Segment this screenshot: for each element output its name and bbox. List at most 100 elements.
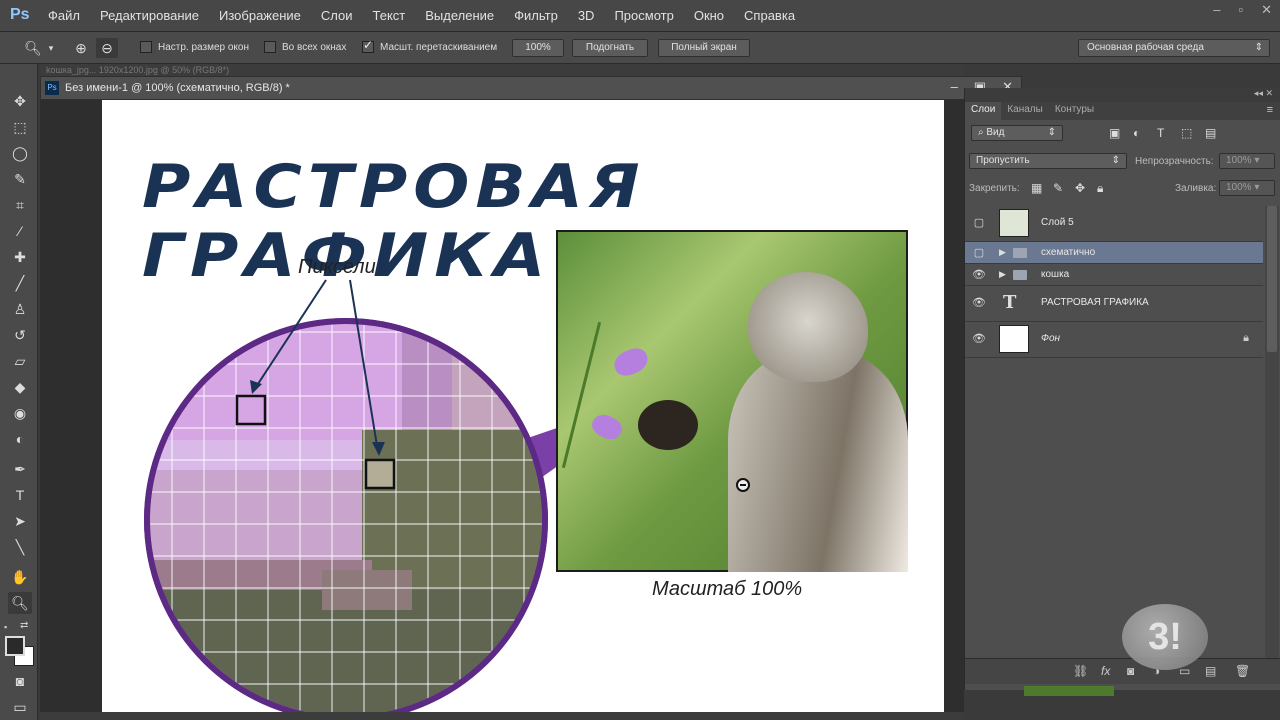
menu-image[interactable]: Изображение: [219, 8, 301, 23]
lock-transparency-icon[interactable]: ▦: [1031, 181, 1042, 195]
workspace-select[interactable]: Основная рабочая среда ⇕: [1078, 39, 1270, 57]
eye-icon[interactable]: 👁︎: [971, 268, 987, 282]
layer-filter-row: ⌕ Вид ⇕ ▣ ◐ T ⬚ ▤: [965, 122, 1280, 148]
paint-bucket-tool-icon[interactable]: ◆: [8, 376, 32, 398]
maximize-icon[interactable]: ▫: [1238, 2, 1243, 18]
quick-mask-icon[interactable]: ◙: [8, 670, 32, 692]
link-layers-icon[interactable]: ⛓: [1073, 664, 1088, 678]
chevron-down-icon[interactable]: ▾: [44, 38, 58, 58]
layer-row[interactable]: ▢ ▶ схематично: [965, 242, 1263, 264]
document-titlebar[interactable]: Ps Без имени-1 @ 100% (схематично, RGB/8…: [40, 76, 1022, 100]
adjustment-filter-icon[interactable]: ◐: [1133, 126, 1140, 140]
path-select-tool-icon[interactable]: ➤: [8, 510, 32, 532]
close-icon[interactable]: ✕: [1261, 2, 1272, 18]
brush-tool-icon[interactable]: ╱: [8, 272, 32, 294]
swap-colors-icon[interactable]: ⇄: [20, 620, 28, 631]
healing-brush-tool-icon[interactable]: ✚: [8, 246, 32, 268]
eraser-tool-icon[interactable]: ▱: [8, 350, 32, 372]
checkbox-box[interactable]: [140, 41, 152, 53]
lock-position-icon[interactable]: ✥: [1075, 181, 1085, 195]
zoom-out-cursor-icon: [736, 478, 750, 492]
image-filter-icon[interactable]: ▣: [1109, 126, 1120, 140]
default-colors-icon[interactable]: ▪: [4, 622, 14, 632]
scrollbar-thumb[interactable]: [1267, 206, 1277, 352]
panel-collapse-bar[interactable]: ◂◂ ✕: [965, 88, 1280, 102]
scrubby-zoom-checkbox[interactable]: Масшт. перетаскиванием: [362, 38, 497, 53]
checkbox-box[interactable]: [362, 38, 374, 53]
opacity-input[interactable]: 100% ▾: [1219, 153, 1275, 169]
type-filter-icon[interactable]: T: [1157, 126, 1164, 140]
kitten-body: [728, 352, 908, 572]
window-controls: – ▫ ✕: [1213, 2, 1272, 18]
menu-select[interactable]: Выделение: [425, 8, 494, 23]
expand-triangle-icon[interactable]: ▶: [999, 247, 1006, 258]
clone-stamp-tool-icon[interactable]: ♙: [8, 298, 32, 320]
add-mask-icon[interactable]: ◙: [1127, 664, 1134, 678]
menu-type[interactable]: Текст: [373, 8, 406, 23]
eye-icon[interactable]: 👁︎: [971, 296, 987, 310]
menu-3d[interactable]: 3D: [578, 8, 595, 23]
layer-filter-select[interactable]: ⌕ Вид ⇕: [971, 125, 1063, 141]
menu-window[interactable]: Окно: [694, 8, 724, 23]
type-tool-icon[interactable]: T: [8, 484, 32, 506]
type-layer-icon: T: [1003, 292, 1017, 313]
smart-object-filter-icon[interactable]: ▤: [1205, 126, 1216, 140]
fit-screen-button[interactable]: Подогнать: [572, 39, 648, 57]
actual-pixels-button[interactable]: 100%: [512, 39, 564, 57]
lock-all-icon[interactable]: 🔒︎: [1097, 181, 1103, 196]
visibility-off-icon[interactable]: ▢: [971, 246, 987, 260]
background-document-title: koшка_jpg... 1920x1200.jpg @ 50% (RGB/8*…: [46, 65, 230, 75]
marquee-tool-icon[interactable]: ⬚: [8, 116, 32, 138]
layers-scrollbar[interactable]: [1265, 206, 1279, 662]
visibility-off-icon[interactable]: ▢: [971, 216, 987, 230]
hand-tool-icon[interactable]: ✋: [8, 566, 32, 588]
foreground-color-swatch[interactable]: [5, 636, 25, 656]
resize-windows-checkbox[interactable]: Настр. размер окон: [140, 41, 249, 53]
blur-tool-icon[interactable]: ◉: [8, 402, 32, 424]
pen-tool-icon[interactable]: ✒: [8, 458, 32, 480]
fill-screen-button[interactable]: Полный экран: [658, 39, 750, 57]
tab-layers[interactable]: Слои: [965, 102, 1002, 120]
history-brush-tool-icon[interactable]: ↺: [8, 324, 32, 346]
trash-icon[interactable]: 🗑︎: [1235, 664, 1250, 678]
layer-row[interactable]: 👁︎ ▶ кошка: [965, 264, 1263, 286]
move-tool-icon[interactable]: ✥: [8, 90, 32, 112]
minimize-icon[interactable]: –: [951, 79, 958, 95]
expand-triangle-icon[interactable]: ▶: [999, 269, 1006, 280]
shape-filter-icon[interactable]: ⬚: [1181, 126, 1192, 140]
quick-select-tool-icon[interactable]: ✎: [8, 168, 32, 190]
menu-view[interactable]: Просмотр: [614, 8, 673, 23]
menu-layers[interactable]: Слои: [321, 8, 353, 23]
layer-row[interactable]: ▢ Слой 5: [965, 206, 1263, 242]
new-layer-icon[interactable]: ▤: [1205, 664, 1216, 678]
menu-edit[interactable]: Редактирование: [100, 8, 199, 23]
dodge-tool-icon[interactable]: ◐: [8, 428, 32, 450]
fill-input[interactable]: 100% ▾: [1219, 180, 1275, 196]
menu-help[interactable]: Справка: [744, 8, 795, 23]
layer-row[interactable]: 👁︎ Фон 🔒︎: [965, 322, 1263, 358]
tab-paths[interactable]: Контуры: [1049, 102, 1100, 120]
menu-file[interactable]: Файл: [48, 8, 80, 23]
document-canvas[interactable]: РАСТРОВАЯ ГРАФИКА Пиксели Масштаб 100%: [102, 100, 944, 720]
lock-pixels-icon[interactable]: ✎: [1053, 181, 1063, 195]
eyedropper-tool-icon[interactable]: ⁄: [8, 220, 32, 242]
tab-channels[interactable]: Каналы: [1001, 102, 1049, 120]
all-windows-checkbox[interactable]: Во всех окнах: [264, 41, 346, 53]
status-bar: [40, 712, 964, 720]
zoom-tool-icon[interactable]: 🔍︎: [8, 592, 32, 614]
crop-tool-icon[interactable]: ⌗: [8, 194, 32, 216]
screen-mode-icon[interactable]: ▭: [8, 696, 32, 718]
menu-filter[interactable]: Фильтр: [514, 8, 558, 23]
panel-menu-icon[interactable]: ≡: [1259, 102, 1280, 120]
zoom-tool-preset-icon[interactable]: 🔍︎: [22, 38, 44, 58]
zoom-out-icon[interactable]: ⊖: [96, 38, 118, 58]
eye-icon[interactable]: 👁︎: [971, 332, 987, 346]
layer-row[interactable]: 👁︎ T РАСТРОВАЯ ГРАФИКА: [965, 286, 1263, 322]
line-tool-icon[interactable]: ╲: [8, 536, 32, 558]
blend-mode-select[interactable]: Пропустить ⇕: [969, 153, 1127, 169]
lasso-tool-icon[interactable]: ◯: [8, 142, 32, 164]
checkbox-box[interactable]: [264, 41, 276, 53]
fx-icon[interactable]: fx: [1101, 664, 1110, 678]
minimize-icon[interactable]: –: [1213, 2, 1220, 18]
zoom-in-icon[interactable]: ⊕: [70, 38, 92, 58]
